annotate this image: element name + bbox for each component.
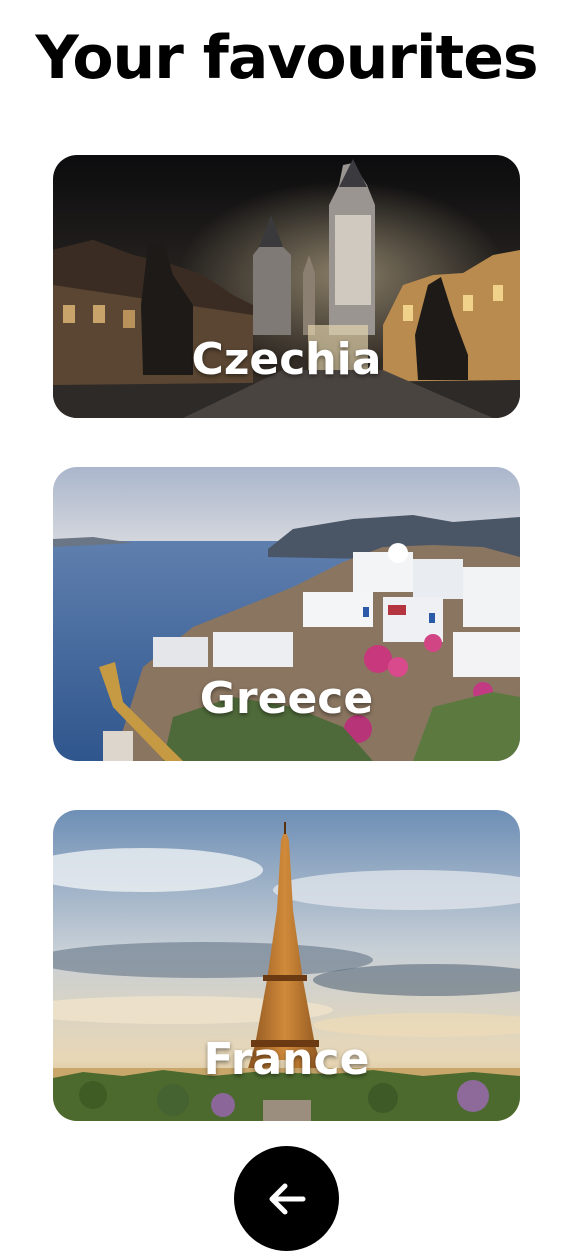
back-button[interactable] [234, 1146, 339, 1251]
page-title: Your favourites [35, 23, 538, 93]
favourite-label: Greece [199, 673, 374, 724]
favourite-card-france[interactable]: France [53, 810, 520, 1121]
favourite-card-greece[interactable]: Greece [53, 467, 520, 761]
favourite-label: France [203, 1034, 370, 1085]
favourite-label: Czechia [191, 334, 382, 385]
favourite-card-czechia[interactable]: Czechia [53, 155, 520, 418]
arrow-left-icon [269, 1183, 305, 1214]
